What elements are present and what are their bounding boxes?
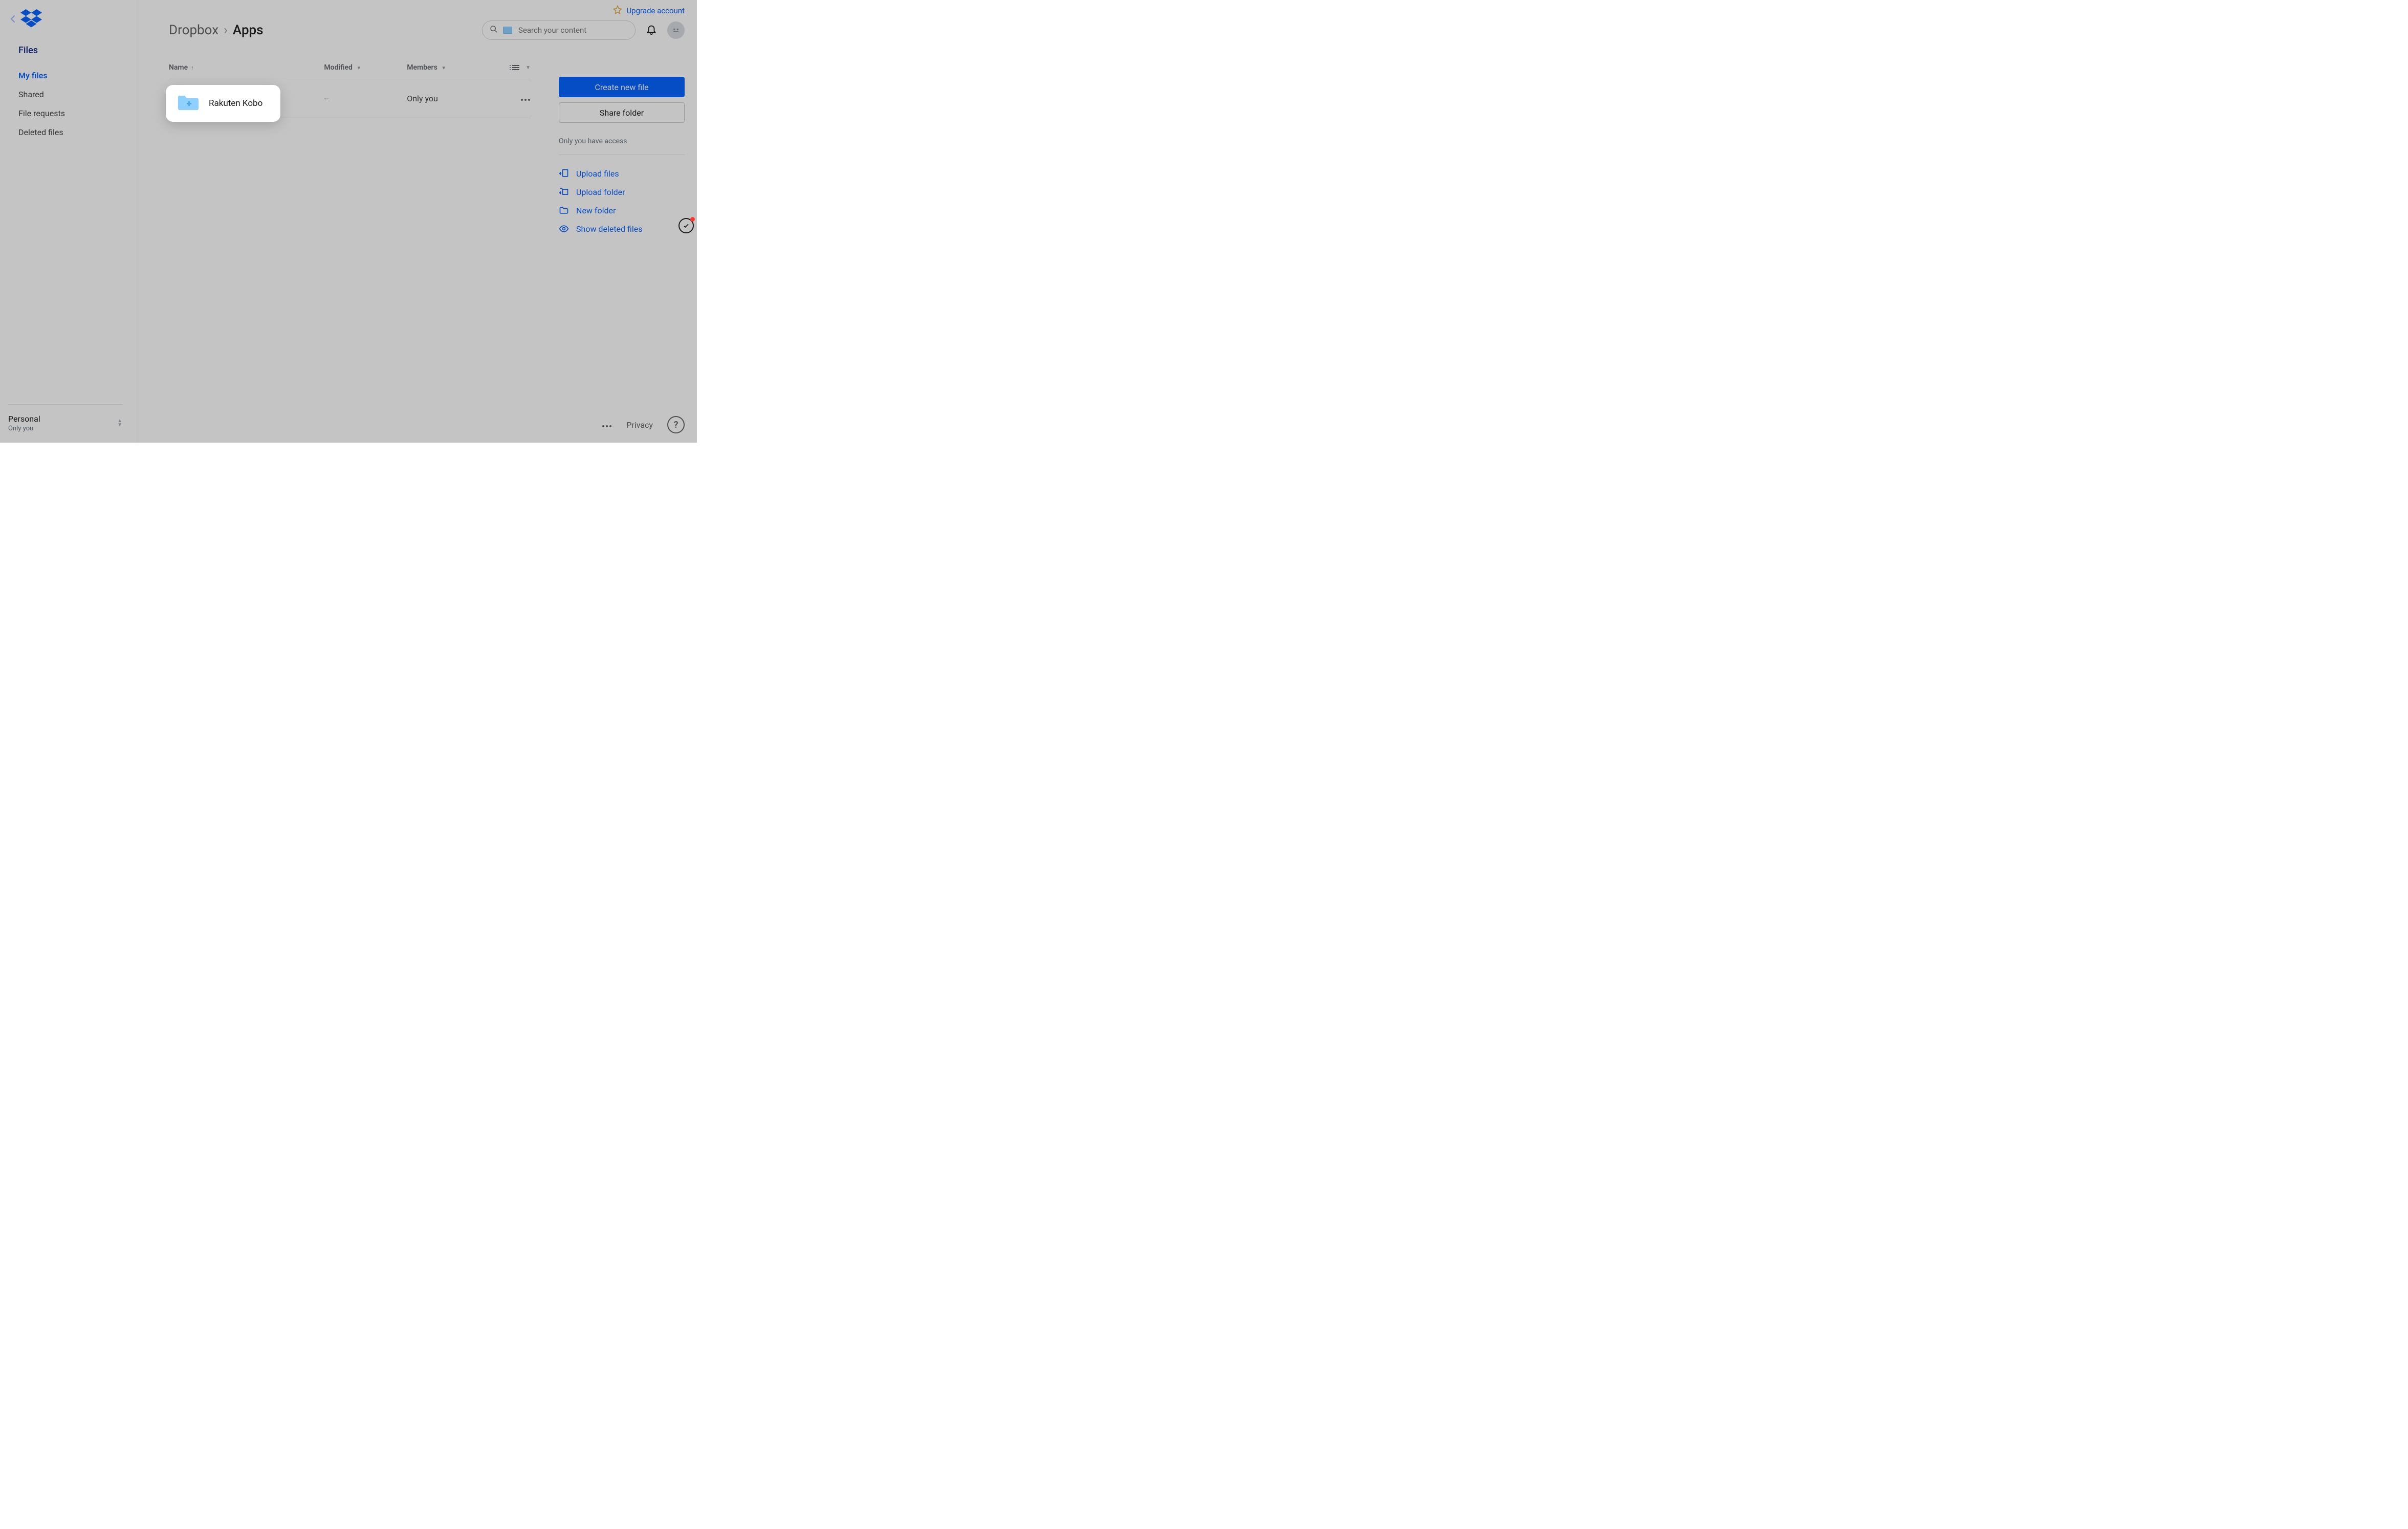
sidebar-item-shared[interactable]: Shared: [0, 85, 138, 104]
upload-files-link[interactable]: Upload files: [559, 164, 685, 183]
dropbox-logo-icon[interactable]: [20, 9, 42, 30]
column-header-members[interactable]: Members ▼: [407, 63, 490, 72]
column-name-label: Name: [169, 63, 188, 72]
create-new-file-button[interactable]: Create new file: [559, 77, 685, 97]
action-label: Show deleted files: [576, 224, 643, 234]
highlighted-folder-row[interactable]: Rakuten Kobo: [166, 85, 280, 122]
action-label: New folder: [576, 206, 616, 215]
highlighted-folder-name: Rakuten Kobo: [209, 98, 262, 108]
footer: Privacy ?: [602, 416, 685, 433]
breadcrumb-root[interactable]: Dropbox: [169, 23, 218, 38]
show-deleted-files-link[interactable]: Show deleted files: [559, 220, 685, 238]
dropdown-caret-icon: ▼: [356, 65, 361, 71]
access-note: Only you have access: [559, 137, 685, 145]
sidebar-nav: My files Shared File requests Deleted fi…: [0, 61, 138, 147]
share-folder-button[interactable]: Share folder: [559, 102, 685, 123]
new-folder-link[interactable]: New folder: [559, 201, 685, 220]
upgrade-link[interactable]: Upgrade account: [613, 5, 685, 16]
view-dropdown-caret-icon[interactable]: ▼: [526, 65, 531, 71]
help-icon[interactable]: ?: [667, 416, 685, 433]
sidebar-item-my-files[interactable]: My files: [0, 66, 138, 85]
breadcrumb: Dropbox › Apps: [169, 23, 264, 38]
row-actions-icon[interactable]: [520, 94, 531, 103]
sidebar: Files My files Shared File requests Dele…: [0, 0, 138, 443]
footer-more-icon[interactable]: [602, 420, 612, 430]
account-switcher[interactable]: Personal Only you ▲▼: [8, 404, 122, 432]
sidebar-item-deleted-files[interactable]: Deleted files: [0, 123, 138, 142]
search-input-container[interactable]: [482, 20, 636, 40]
search-scope-folder-icon[interactable]: [503, 27, 512, 34]
new-folder-icon: [559, 205, 569, 215]
sidebar-section-title[interactable]: Files: [0, 35, 138, 61]
account-chevrons-icon: ▲▼: [117, 419, 122, 427]
right-panel: Create new file Share folder Only you ha…: [559, 77, 685, 238]
upload-folder-link[interactable]: Upload folder: [559, 183, 685, 201]
breadcrumb-separator-icon: ›: [224, 23, 228, 38]
table-header: Name ↑ Modified ▼ Members ▼ ▼: [169, 59, 531, 79]
row-modified: --: [324, 94, 407, 103]
column-header-name[interactable]: Name ↑: [169, 63, 324, 72]
search-icon: [490, 25, 498, 35]
privacy-link[interactable]: Privacy: [626, 420, 653, 430]
search-input[interactable]: [517, 25, 628, 35]
account-name: Personal: [8, 414, 40, 424]
sidebar-item-file-requests[interactable]: File requests: [0, 104, 138, 123]
action-label: Upload files: [576, 169, 619, 179]
breadcrumb-current: Apps: [233, 23, 264, 38]
list-view-icon[interactable]: [512, 64, 519, 71]
upload-files-icon: [559, 168, 569, 179]
notifications-icon[interactable]: [646, 24, 657, 37]
sort-ascending-icon: ↑: [191, 64, 194, 71]
column-members-label: Members: [407, 63, 437, 72]
topbar: Upgrade account Dropbox › Apps: [138, 0, 697, 49]
account-scope: Only you: [8, 425, 40, 432]
upgrade-label: Upgrade account: [626, 6, 685, 15]
app-folder-icon: [177, 93, 200, 114]
upload-folder-icon: [559, 187, 569, 197]
row-members: Only you: [407, 94, 490, 103]
column-modified-label: Modified: [324, 63, 352, 72]
eye-icon: [559, 224, 569, 234]
star-icon: [613, 5, 622, 16]
back-chevron-icon[interactable]: [10, 14, 15, 25]
sync-status-badge[interactable]: [678, 218, 694, 233]
dropdown-caret-icon: ▼: [441, 65, 446, 71]
action-label: Upload folder: [576, 187, 625, 197]
column-header-modified[interactable]: Modified ▼: [324, 63, 407, 72]
avatar[interactable]: [667, 21, 685, 39]
